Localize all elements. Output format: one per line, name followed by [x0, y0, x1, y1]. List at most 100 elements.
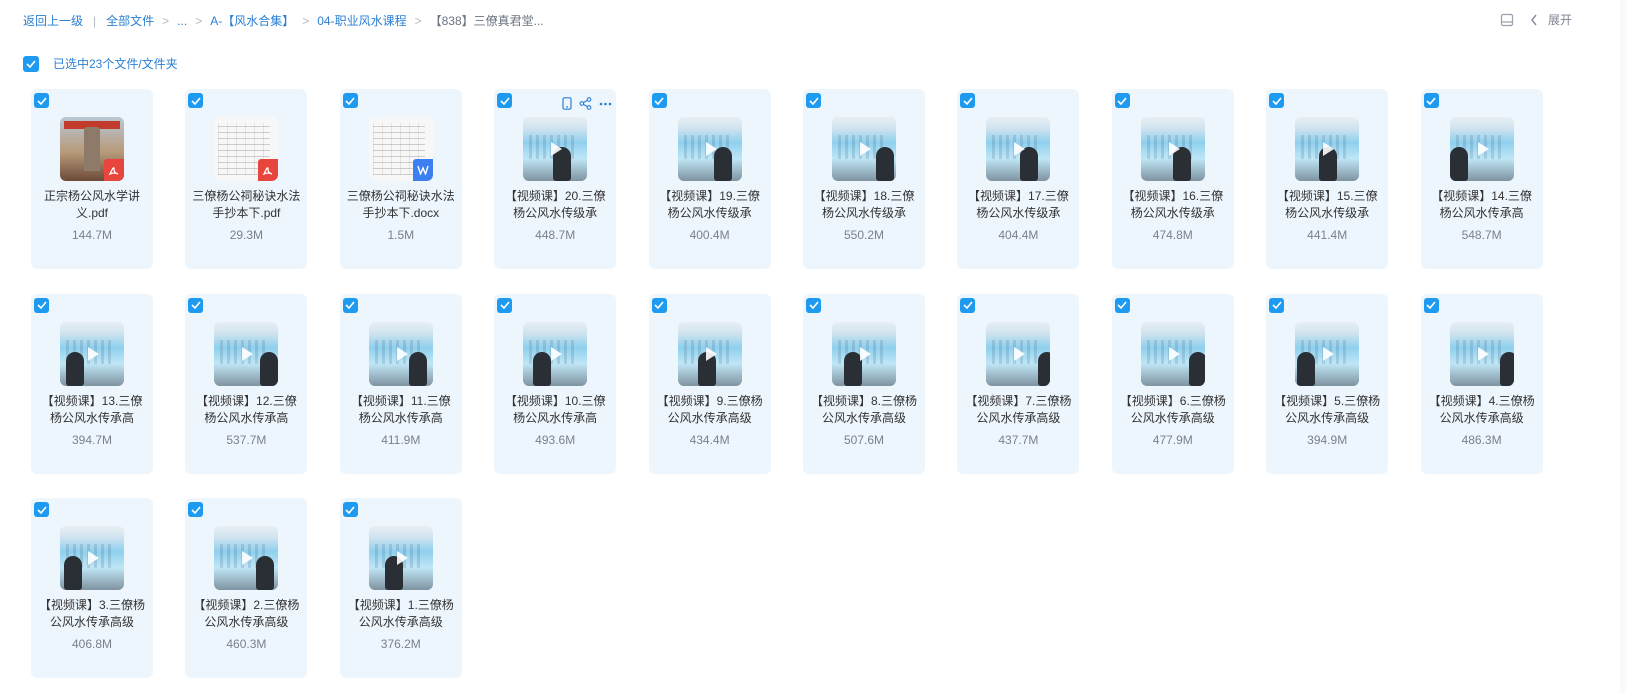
file-card[interactable]: 【视频课】9.三僚杨公风水传承高级 434.4M — [648, 293, 771, 474]
file-checkbox[interactable] — [188, 297, 204, 313]
video-thumbnail — [60, 321, 124, 386]
play-icon — [1014, 142, 1026, 156]
file-card[interactable]: 【视频课】3.三僚杨公风水传承高级 406.8M — [31, 498, 153, 678]
file-card[interactable]: 【视频课】1.三僚杨公风水传承高级 376.2M — [339, 498, 462, 678]
file-checkbox[interactable] — [342, 297, 358, 313]
file-checkbox[interactable] — [1114, 297, 1130, 313]
check-icon — [1117, 96, 1127, 105]
file-checkbox[interactable] — [34, 297, 49, 313]
breadcrumb-item-fengshui-collection[interactable]: A-【风水合集】 — [210, 12, 294, 29]
file-card[interactable]: 【视频课】17.三僚杨公风水传级承 404.4M — [957, 89, 1080, 269]
file-size: 537.7M — [226, 432, 267, 447]
breadcrumb-item-ellipsis[interactable]: ... — [177, 14, 187, 28]
phone-icon[interactable] — [562, 97, 572, 110]
file-checkbox[interactable] — [651, 297, 667, 313]
file-checkbox[interactable] — [651, 93, 667, 108]
file-checkbox[interactable] — [960, 93, 976, 108]
file-checkbox[interactable] — [342, 502, 358, 517]
file-size: 477.9M — [1152, 432, 1193, 447]
scrollbar[interactable] — [1620, 0, 1626, 694]
play-icon — [88, 551, 99, 565]
back-link[interactable]: 返回上一级 — [23, 12, 83, 29]
file-size: 550.2M — [843, 228, 885, 242]
expand-label: 展开 — [1547, 13, 1572, 27]
file-checkbox[interactable] — [1423, 297, 1439, 313]
file-name: 【视频课】11.三僚杨公风水传承高 — [350, 393, 451, 425]
file-size: 437.7M — [998, 432, 1039, 447]
file-name: 【视频课】18.三僚杨公风水传级承 — [813, 189, 915, 220]
file-card[interactable]: 【视频课】18.三僚杨公风水传级承 550.2M — [803, 89, 925, 269]
file-checkbox[interactable] — [960, 297, 976, 313]
video-thumbnail — [523, 321, 588, 386]
file-card[interactable]: 【视频课】6.三僚杨公风水传承高级 477.9M — [1111, 293, 1234, 474]
file-card[interactable]: 【视频课】20.三僚杨公风水传级承 448.7M — [494, 89, 617, 269]
video-thumbnail — [60, 526, 124, 590]
video-thumbnail — [1449, 117, 1514, 181]
video-thumbnail — [1449, 321, 1514, 386]
file-name: 【视频课】1.三僚杨公风水传承高级 — [347, 598, 454, 629]
file-card[interactable]: 【视频课】7.三僚杨公风水传承高级 437.7M — [957, 293, 1080, 474]
file-checkbox[interactable] — [806, 93, 821, 108]
file-card[interactable]: 【视频课】2.三僚杨公风水传承高级 460.3M — [185, 498, 308, 678]
file-checkbox[interactable] — [34, 93, 49, 108]
file-checkbox[interactable] — [497, 297, 513, 313]
speaker-figure — [1449, 147, 1468, 181]
file-card[interactable]: 【视频课】16.三僚杨公风水传级承 474.8M — [1111, 89, 1234, 269]
share-icon[interactable] — [579, 97, 592, 110]
check-icon — [345, 96, 355, 105]
pdf-thumbnail — [214, 117, 279, 181]
video-thumbnail — [1140, 117, 1205, 181]
check-icon — [26, 59, 36, 68]
play-icon — [1477, 142, 1489, 156]
select-all-checkbox[interactable] — [23, 55, 39, 72]
file-card[interactable]: 三僚杨公祠秘诀水法手抄本下.pdf 29.3M — [185, 89, 308, 269]
file-checkbox[interactable] — [806, 297, 821, 313]
check-icon — [500, 301, 510, 309]
file-card[interactable]: 【视频课】19.三僚杨公风水传级承 400.4M — [648, 89, 771, 269]
file-checkbox[interactable] — [342, 93, 358, 108]
file-name: 三僚杨公祠秘诀水法手抄本下.pdf — [192, 189, 301, 220]
play-icon — [860, 142, 871, 156]
top-bar: 返回上一级 | 全部文件 > ... > A-【风水合集】 > 04-职业风水课… — [0, 0, 1626, 42]
file-checkbox[interactable] — [188, 502, 204, 517]
file-size: 486.3M — [1461, 432, 1502, 447]
expand-button[interactable]: 展开 — [1530, 11, 1572, 28]
file-checkbox[interactable] — [188, 93, 204, 108]
breadcrumb-item-all-files[interactable]: 全部文件 — [106, 12, 154, 29]
file-card[interactable]: 【视频课】5.三僚杨公风水传承高级 394.9M — [1266, 293, 1389, 474]
check-icon — [654, 96, 664, 105]
check-icon — [1426, 301, 1436, 309]
speaker-figure — [66, 351, 84, 386]
file-card[interactable]: 正宗杨公风水学讲义.pdf 144.7M — [31, 89, 153, 269]
file-checkbox[interactable] — [34, 502, 49, 517]
file-card[interactable]: 【视频课】12.三僚杨公风水传承高 537.7M — [185, 293, 308, 474]
file-card[interactable]: 【视频课】15.三僚杨公风水传级承 441.4M — [1266, 89, 1389, 269]
file-card[interactable]: 【视频课】13.三僚杨公风水传承高 394.7M — [31, 293, 153, 474]
speaker-figure — [260, 351, 279, 386]
check-icon — [36, 96, 47, 105]
file-size: 460.3M — [226, 637, 267, 651]
file-card[interactable]: 【视频课】14.三僚杨公风水传承高 548.7M — [1420, 89, 1543, 269]
more-icon[interactable] — [599, 102, 612, 106]
file-checkbox[interactable] — [497, 93, 513, 108]
file-checkbox[interactable] — [1269, 297, 1285, 313]
file-name: 【视频课】4.三僚杨公风水传承高级 — [1428, 393, 1535, 425]
file-card[interactable]: 【视频课】11.三僚杨公风水传承高 411.9M — [339, 293, 462, 474]
file-card[interactable]: 【视频课】8.三僚杨公风水传承高级 507.6M — [803, 293, 925, 474]
speaker-figure — [64, 556, 82, 590]
file-card[interactable]: 【视频课】4.三僚杨公风水传承高级 486.3M — [1420, 293, 1543, 474]
video-thumbnail — [1295, 321, 1360, 386]
file-name: 【视频课】8.三僚杨公风水传承高级 — [810, 393, 917, 425]
file-size: 474.8M — [1152, 228, 1193, 242]
file-checkbox[interactable] — [1269, 93, 1285, 108]
file-checkbox[interactable] — [1423, 93, 1439, 108]
check-icon — [191, 301, 201, 309]
video-thumbnail — [677, 117, 742, 181]
video-thumbnail — [523, 117, 588, 181]
layout-toggle-icon[interactable] — [1500, 13, 1514, 27]
breadcrumb-item-professional-course[interactable]: 04-职业风水课程 — [317, 12, 406, 29]
pdf-icon — [258, 159, 279, 181]
file-checkbox[interactable] — [1114, 93, 1130, 108]
file-card[interactable]: 三僚杨公祠秘诀水法手抄本下.docx 1.5M — [339, 89, 462, 269]
file-card[interactable]: 【视频课】10.三僚杨公风水传承高 493.6M — [494, 293, 617, 474]
